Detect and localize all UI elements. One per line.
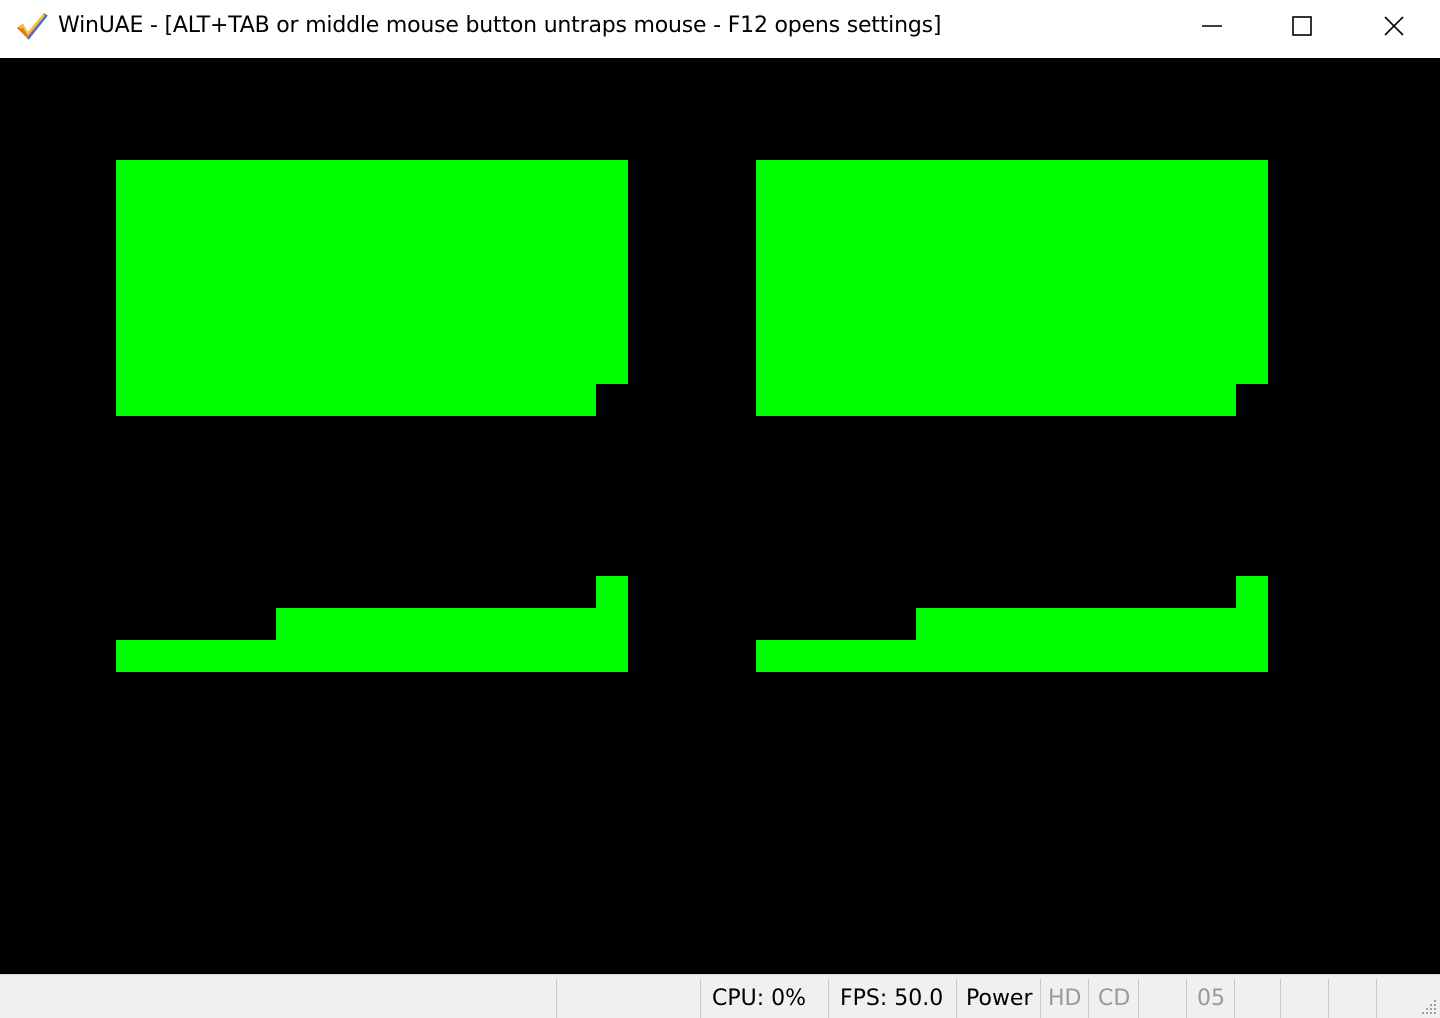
green-block-top-right bbox=[756, 160, 1268, 416]
maximize-button[interactable] bbox=[1256, 0, 1348, 56]
status-separator bbox=[700, 979, 701, 1018]
status-separator bbox=[1138, 979, 1139, 1018]
status-separator bbox=[1088, 979, 1089, 1018]
cd-led[interactable]: CD bbox=[1098, 986, 1130, 1011]
status-separator bbox=[1234, 979, 1235, 1018]
status-separator bbox=[1280, 979, 1281, 1018]
power-led[interactable]: Power bbox=[966, 986, 1033, 1011]
close-button[interactable] bbox=[1348, 0, 1440, 56]
emulator-screen-graphics bbox=[116, 160, 1268, 672]
title-bar[interactable]: WinUAE - [ALT+TAB or middle mouse button… bbox=[0, 0, 1440, 58]
green-step-bar-left bbox=[116, 576, 628, 672]
drive-track-indicator[interactable]: 05 bbox=[1197, 986, 1225, 1011]
status-separator bbox=[956, 979, 957, 1018]
green-step-bar-right bbox=[756, 576, 1268, 672]
status-separator bbox=[556, 979, 557, 1018]
minimize-button[interactable] bbox=[1166, 0, 1258, 56]
close-icon bbox=[1382, 14, 1406, 42]
fps-counter: FPS: 50.0 bbox=[840, 986, 944, 1011]
status-separator bbox=[1376, 979, 1377, 1018]
winuae-window: WinUAE - [ALT+TAB or middle mouse button… bbox=[0, 0, 1440, 1018]
status-separator bbox=[1328, 979, 1329, 1018]
status-separator bbox=[1186, 979, 1187, 1018]
resize-grip-icon[interactable] bbox=[1418, 996, 1438, 1016]
minimize-icon bbox=[1200, 14, 1224, 42]
winuae-checkmark-icon[interactable] bbox=[14, 10, 50, 42]
emulator-display[interactable] bbox=[0, 58, 1440, 974]
hd-led[interactable]: HD bbox=[1048, 986, 1081, 1011]
green-block-top-left bbox=[116, 160, 628, 416]
window-title: WinUAE - [ALT+TAB or middle mouse button… bbox=[58, 13, 942, 38]
maximize-icon bbox=[1290, 14, 1314, 42]
cpu-usage: CPU: 0% bbox=[712, 986, 807, 1011]
status-separator bbox=[828, 979, 829, 1018]
status-bar: CPU: 0% FPS: 50.0 Power HD CD 05 bbox=[0, 974, 1440, 1018]
status-separator bbox=[1040, 979, 1041, 1018]
